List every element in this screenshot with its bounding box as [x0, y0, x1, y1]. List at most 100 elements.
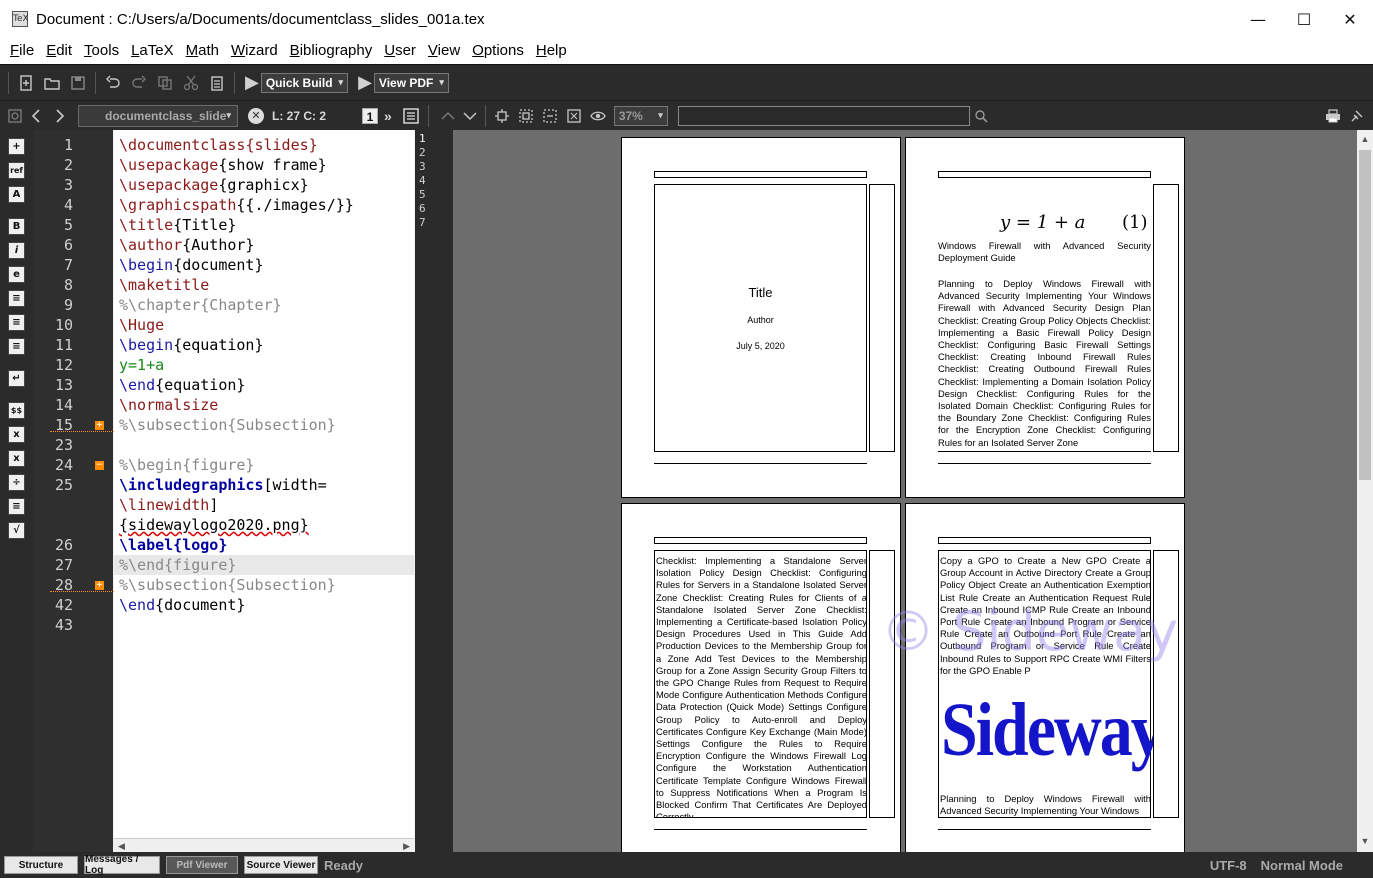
code-line[interactable]: \author{Author} [119, 235, 254, 255]
scroll-thumb[interactable] [1359, 150, 1371, 480]
dfrac-icon[interactable]: ≡ [8, 498, 25, 515]
code-line[interactable]: \linewidth] [119, 495, 218, 515]
menu-options[interactable]: Options [466, 38, 530, 64]
sync-icon[interactable] [4, 103, 26, 129]
paste-icon[interactable] [204, 70, 230, 96]
insert-plus-icon[interactable]: + [8, 138, 25, 155]
ref-icon[interactable]: ref [8, 162, 25, 179]
code-line[interactable]: %\chapter{Chapter} [119, 295, 282, 315]
pdf-search-input[interactable] [677, 105, 970, 126]
build-run-icon[interactable]: ▶ [245, 72, 259, 93]
file-tab-selector[interactable]: documentclass_slide ▾ [78, 104, 238, 127]
code-line[interactable]: %\subsection{Subsection} [119, 415, 336, 435]
cut-icon[interactable] [178, 70, 204, 96]
view-run-icon[interactable]: ▶ [358, 72, 372, 93]
menu-bibliography[interactable]: Bibliography [284, 38, 379, 64]
copy-icon[interactable] [152, 70, 178, 96]
forward-arrow-icon[interactable] [48, 103, 70, 129]
print-icon[interactable] [1321, 103, 1345, 129]
align-center-icon[interactable]: ≡ [8, 314, 25, 331]
italic-icon[interactable]: i [8, 242, 25, 259]
undo-icon[interactable] [100, 70, 126, 96]
bold-icon[interactable]: B [8, 218, 25, 235]
encoding-indicator[interactable]: UTF-8 [1210, 858, 1247, 873]
more-chevron-icon[interactable]: » [384, 108, 392, 124]
fold-collapse-icon[interactable]: − [95, 461, 104, 470]
save-icon[interactable] [65, 70, 91, 96]
code-line[interactable]: \end{equation} [119, 375, 245, 395]
menu-math[interactable]: Math [180, 38, 225, 64]
editor-horizontal-scrollbar[interactable]: ◀ ▶ [114, 838, 414, 852]
chevron-down-icon[interactable] [459, 103, 481, 129]
menu-latex[interactable]: LaTeX [125, 38, 180, 64]
code-line[interactable]: \begin{document} [119, 255, 264, 275]
minimize-button[interactable]: — [1235, 0, 1281, 38]
code-line[interactable]: \label{logo} [119, 535, 227, 555]
menu-wizard[interactable]: Wizard [225, 38, 284, 64]
fold-expand-icon[interactable]: + [95, 581, 104, 590]
scroll-right-icon[interactable]: ▶ [403, 839, 410, 853]
scroll-down-icon[interactable]: ▼ [1357, 836, 1373, 846]
zoom-select[interactable]: 37% ▾ [613, 105, 668, 126]
back-arrow-icon[interactable] [26, 103, 48, 129]
close-tab-icon[interactable]: ✕ [248, 107, 264, 124]
code-line[interactable]: %\begin{figure} [119, 455, 254, 475]
scroll-up-icon[interactable]: ▲ [1357, 134, 1373, 144]
fit-text-icon[interactable] [562, 103, 586, 129]
chevron-up-icon[interactable] [437, 103, 459, 129]
editor-mode-indicator[interactable]: Normal Mode [1261, 858, 1343, 873]
structure-list-icon[interactable] [398, 103, 424, 129]
menu-user[interactable]: User [378, 38, 422, 64]
pdf-vertical-scrollbar[interactable]: ▲ ▼ [1357, 130, 1373, 852]
subscript-icon[interactable]: x [8, 426, 25, 443]
source-viewer-tab[interactable]: Source Viewer [244, 856, 318, 874]
code-line[interactable]: \normalsize [119, 395, 218, 415]
messages-log-tab[interactable]: Messages / Log [84, 854, 160, 876]
superscript-icon[interactable]: x [8, 450, 25, 467]
code-line[interactable]: %\subsection{Subsection} [119, 575, 336, 595]
code-line[interactable]: \graphicspath{{./images/}} [119, 195, 354, 215]
newline-icon[interactable]: ↵ [8, 370, 25, 387]
fraction-icon[interactable]: ÷ [8, 474, 25, 491]
code-line[interactable]: \documentclass{slides} [119, 135, 318, 155]
code-line[interactable]: y=1+a [119, 355, 164, 375]
code-line[interactable]: %\end{figure} [119, 555, 236, 575]
code-line[interactable]: \title{Title} [119, 215, 236, 235]
fit-page-icon[interactable] [514, 103, 538, 129]
open-folder-icon[interactable] [39, 70, 65, 96]
code-line[interactable]: \end{document} [119, 595, 245, 615]
maximize-button[interactable]: ☐ [1281, 0, 1327, 38]
redo-icon[interactable] [126, 70, 152, 96]
fold-expand-icon[interactable]: + [95, 421, 104, 430]
pin-icon[interactable] [1345, 103, 1369, 129]
menu-edit[interactable]: Edit [40, 38, 78, 64]
scroll-left-icon[interactable]: ◀ [118, 839, 125, 853]
pdf-viewer[interactable]: Title Author July 5, 2020 y = 1 + a (1) … [453, 130, 1357, 852]
code-line[interactable]: \usepackage{graphicx} [119, 175, 309, 195]
search-icon[interactable] [970, 103, 992, 129]
menu-file[interactable]: File [4, 38, 40, 64]
close-button[interactable]: ✕ [1327, 0, 1373, 38]
fit-center-icon[interactable] [490, 103, 514, 129]
code-editor[interactable]: \documentclass{slides} \usepackage{show f… [114, 130, 414, 838]
code-line[interactable]: \begin{equation} [119, 335, 264, 355]
eye-icon[interactable] [586, 103, 610, 129]
menu-tools[interactable]: Tools [78, 38, 125, 64]
emphasis-icon[interactable]: e [8, 266, 25, 283]
code-line[interactable]: \usepackage{show frame} [119, 155, 327, 175]
math-mode-icon[interactable]: $$ [8, 402, 25, 419]
quick-build-dropdown[interactable]: Quick Build ▾ [260, 72, 349, 93]
align-left-icon[interactable]: ≡ [8, 290, 25, 307]
font-a-icon[interactable]: A [8, 186, 25, 203]
menu-view[interactable]: View [422, 38, 466, 64]
menu-help[interactable]: Help [530, 38, 573, 64]
sqrt-icon[interactable]: √ [8, 522, 25, 539]
fit-width-icon[interactable] [538, 103, 562, 129]
code-line[interactable]: \includegraphics[width= [119, 475, 327, 495]
new-file-icon[interactable] [13, 70, 39, 96]
code-line[interactable]: \maketitle [119, 275, 209, 295]
structure-tab[interactable]: Structure [4, 856, 78, 874]
pdf-viewer-tab[interactable]: Pdf Viewer [166, 856, 238, 874]
code-line[interactable]: {sidewaylogo2020.png} [119, 515, 309, 535]
view-pdf-dropdown[interactable]: View PDF ▾ [373, 72, 449, 93]
